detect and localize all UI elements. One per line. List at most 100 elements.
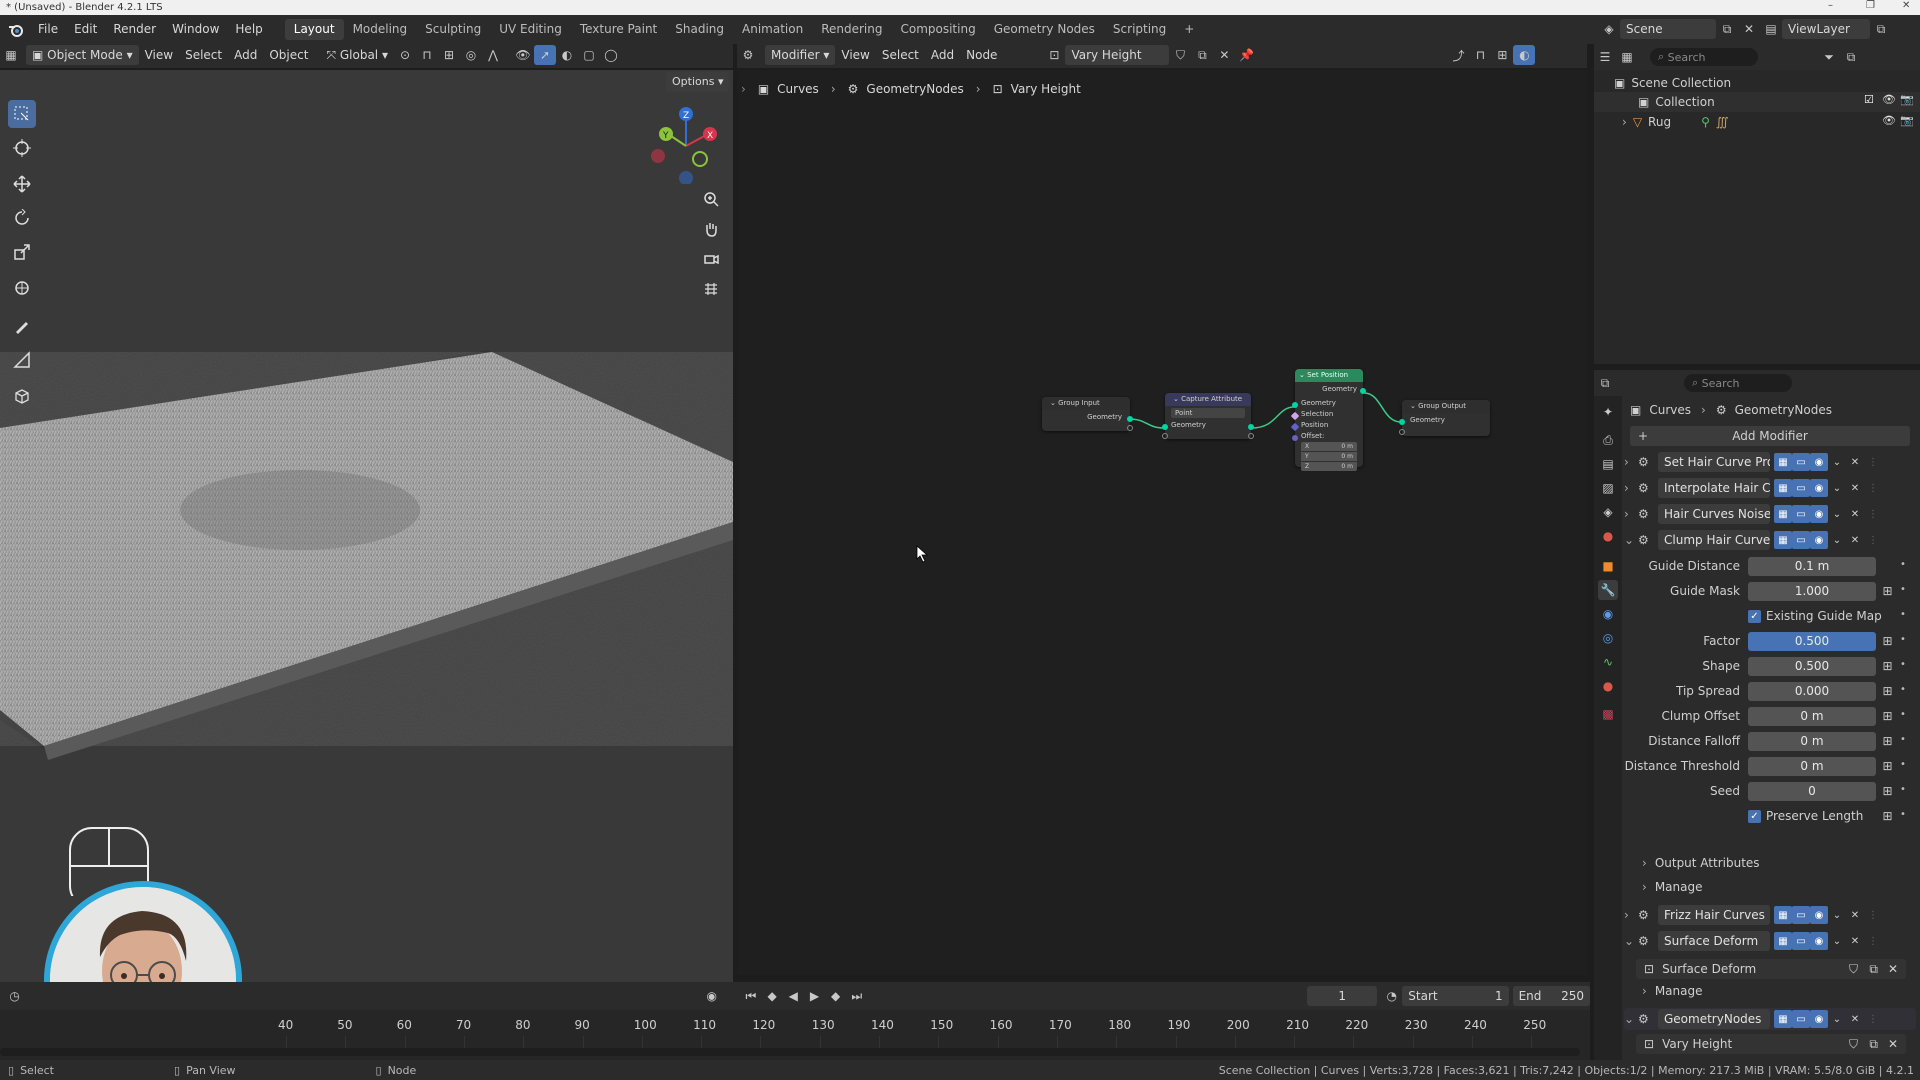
- expand-chevron-icon[interactable]: ›: [1622, 115, 1627, 129]
- tab-modeling[interactable]: Modeling: [344, 19, 417, 40]
- collection-camera-icon[interactable]: 📷: [1900, 93, 1914, 106]
- surface-deform-node-group-field[interactable]: ⊡ Surface Deform ⛉ ⧉ ✕: [1636, 959, 1906, 979]
- properties-search-field[interactable]: ⌕ Search: [1684, 374, 1792, 392]
- node-tree-icon[interactable]: ⊡: [1043, 45, 1065, 65]
- vary-height-node-group-field[interactable]: ⊡ Vary Height ⛉ ⧉ ✕: [1636, 1034, 1906, 1054]
- prev-keyframe-icon[interactable]: ◆: [762, 986, 783, 1006]
- remove-modifier-icon[interactable]: ✕: [1846, 906, 1864, 924]
- wireframe-shading-icon[interactable]: ◯: [600, 45, 622, 65]
- add-cube-tool[interactable]: [8, 382, 36, 410]
- distance-threshold-input[interactable]: 0 m: [1748, 757, 1876, 776]
- remove-modifier-icon[interactable]: ✕: [1846, 531, 1864, 549]
- remove-modifier-icon[interactable]: ✕: [1846, 453, 1864, 471]
- xray-icon[interactable]: ▢: [578, 45, 600, 65]
- viewport-toggle-icon[interactable]: ▭: [1792, 531, 1810, 549]
- capture-attribute-node[interactable]: ⌄ Capture Attribute Point Geometry: [1162, 393, 1254, 439]
- render-toggle-icon[interactable]: ◉: [1810, 1010, 1828, 1028]
- group-output-node[interactable]: ⌄ Group Output Geometry: [1399, 400, 1490, 436]
- viewport-menu-object[interactable]: Object: [263, 45, 314, 65]
- scene-tab-icon[interactable]: ◈: [1598, 502, 1618, 522]
- duplicate-node-group-icon[interactable]: ⧉: [1191, 45, 1213, 65]
- add-workspace-icon[interactable]: +: [1175, 19, 1203, 40]
- properties-editor-icon[interactable]: ⧉: [1594, 373, 1616, 393]
- node-editor[interactable]: › ▣ Curves › ⚙ GeometryNodes › ⊡ Vary He…: [737, 70, 1587, 975]
- dropdown-chevron-icon[interactable]: ⌄: [1828, 479, 1846, 497]
- node-editor-type-icon[interactable]: ⚙: [737, 45, 759, 65]
- particles-tab-icon[interactable]: ◉: [1598, 604, 1618, 624]
- texture-tab-icon[interactable]: ▩: [1598, 704, 1618, 724]
- scale-tool[interactable]: [8, 238, 36, 266]
- parent-node-tree-icon[interactable]: ⤴: [1447, 45, 1469, 65]
- gizmo-toggle-icon[interactable]: ➚: [533, 45, 556, 65]
- collection-checkbox-icon[interactable]: ☑: [1864, 93, 1874, 106]
- proportional-edit-icon[interactable]: ◎: [460, 45, 482, 65]
- remove-modifier-icon[interactable]: ✕: [1846, 505, 1864, 523]
- timeline-scrollbar[interactable]: [0, 1048, 1580, 1056]
- drag-handle-icon[interactable]: ⋮: [1864, 1010, 1882, 1028]
- transform-tool[interactable]: [8, 274, 36, 302]
- menu-edit[interactable]: Edit: [66, 19, 105, 40]
- jump-end-icon[interactable]: ⏭: [846, 986, 867, 1006]
- start-frame-field[interactable]: Start 1: [1402, 986, 1509, 1006]
- fake-user-shield-icon[interactable]: ⛉: [1169, 45, 1191, 65]
- collapse-chevron-icon[interactable]: ⌄: [1624, 533, 1638, 547]
- attribute-toggle-icon[interactable]: ⊞: [1880, 709, 1895, 724]
- edit-mode-toggle-icon[interactable]: ▦: [1774, 1010, 1792, 1028]
- viewport-options-dropdown[interactable]: Options ▾: [666, 72, 730, 92]
- end-frame-field[interactable]: End 250: [1512, 986, 1591, 1006]
- dropdown-chevron-icon[interactable]: ⌄: [1828, 932, 1846, 950]
- guide-mask-input[interactable]: 1.000: [1748, 582, 1876, 601]
- dropdown-chevron-icon[interactable]: ⌄: [1828, 531, 1846, 549]
- material-tab-icon[interactable]: ●: [1598, 676, 1618, 696]
- keyframe-dot-icon[interactable]: •: [1900, 634, 1906, 645]
- attribute-toggle-icon[interactable]: ⊞: [1880, 659, 1895, 674]
- modifier-frizz-hair-curves[interactable]: › ⚙ Frizz Hair Curves ▦ ▭ ◉ ⌄ ✕ ⋮: [1624, 904, 1916, 926]
- render-tab-icon[interactable]: ⎙: [1598, 430, 1618, 450]
- scene-icon[interactable]: ◈: [1598, 19, 1620, 39]
- expand-chevron-icon[interactable]: ›: [1624, 908, 1638, 922]
- set-position-offset-socket[interactable]: [1292, 435, 1298, 441]
- move-tool[interactable]: [8, 170, 36, 198]
- jump-start-icon[interactable]: ⏮: [740, 986, 761, 1006]
- view-layer-tab-icon[interactable]: ▨: [1598, 478, 1618, 498]
- view-layer-icon[interactable]: ▤: [1760, 19, 1782, 39]
- view-layer-selector[interactable]: ViewLayer: [1782, 19, 1870, 39]
- tab-animation[interactable]: Animation: [733, 19, 812, 40]
- render-toggle-icon[interactable]: ◉: [1810, 479, 1828, 497]
- dropdown-chevron-icon[interactable]: ⌄: [1828, 453, 1846, 471]
- keyframe-dot-icon[interactable]: •: [1900, 759, 1906, 770]
- outliner-scene-collection[interactable]: ▣ Scene Collection: [1614, 76, 1731, 90]
- modifier-name-field[interactable]: Hair Curves Noise: [1658, 504, 1770, 524]
- existing-guide-map-checkbox[interactable]: ✓ Existing Guide Map: [1748, 609, 1882, 623]
- group-input-empty-socket[interactable]: [1127, 425, 1133, 431]
- tab-sculpting[interactable]: Sculpting: [416, 19, 490, 40]
- collapse-chevron-icon[interactable]: ⌄: [1624, 1012, 1638, 1026]
- output-attributes-panel[interactable]: › Output Attributes: [1642, 856, 1760, 870]
- dropdown-chevron-icon[interactable]: ⌄: [1828, 505, 1846, 523]
- remove-modifier-icon[interactable]: ✕: [1846, 479, 1864, 497]
- drag-handle-icon[interactable]: ⋮: [1864, 479, 1882, 497]
- factor-slider[interactable]: 0.500: [1748, 632, 1876, 651]
- snap-grid-icon[interactable]: ⊞: [438, 45, 460, 65]
- world-tab-icon[interactable]: ●: [1598, 526, 1618, 546]
- expand-chevron-icon[interactable]: ›: [1624, 455, 1638, 469]
- edit-mode-toggle-icon[interactable]: ▦: [1774, 479, 1792, 497]
- modifier-name-field[interactable]: Frizz Hair Curves: [1658, 905, 1770, 925]
- modifier-context-dropdown[interactable]: Modifier ▾: [765, 45, 836, 65]
- annotate-tool[interactable]: [8, 312, 36, 340]
- offset-x-field[interactable]: X 0 m: [1301, 442, 1357, 451]
- capture-empty-out-socket[interactable]: [1248, 433, 1254, 439]
- fake-user-shield-icon[interactable]: ⛉: [1849, 962, 1858, 977]
- pin-icon[interactable]: 📌: [1235, 45, 1257, 65]
- node-group-name-field[interactable]: Vary Height: [1065, 45, 1170, 65]
- seed-input[interactable]: 0: [1748, 782, 1876, 801]
- fake-user-shield-icon[interactable]: ⛉: [1849, 1037, 1858, 1052]
- new-scene-icon[interactable]: ⧉: [1716, 19, 1738, 39]
- physics-tab-icon[interactable]: ◎: [1598, 628, 1618, 648]
- display-mode-icon[interactable]: ▦: [1616, 47, 1638, 67]
- set-position-geometry-out-socket[interactable]: [1360, 388, 1366, 394]
- play-reverse-icon[interactable]: ◀: [783, 986, 804, 1006]
- manage-panel[interactable]: › Manage: [1642, 880, 1702, 894]
- collapse-chevron-icon[interactable]: ⌄: [1624, 934, 1638, 948]
- keyframe-dot-icon[interactable]: •: [1900, 559, 1906, 570]
